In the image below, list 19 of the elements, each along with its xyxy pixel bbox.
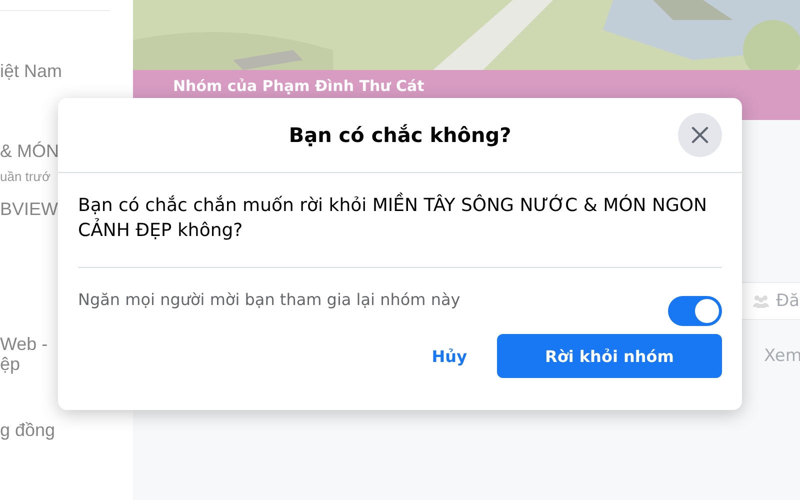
sidebar-text: g đồng [0, 420, 56, 440]
sidebar-text: BVIEW [0, 199, 58, 219]
members-tab[interactable]: Đă [752, 291, 800, 311]
sidebar-text: uần trướ [0, 168, 50, 186]
sidebar-text: Web - [0, 334, 48, 354]
option-label: Ngăn mọi người mời bạn tham gia lại nhóm này [78, 289, 460, 309]
group-owner-text[interactable]: Nhóm của Phạm Đình Thư Cát [173, 77, 424, 95]
people-icon [752, 294, 770, 308]
leave-group-button[interactable]: Rời khỏi nhóm [497, 334, 722, 378]
toggle-switch[interactable] [668, 296, 722, 326]
close-icon [691, 126, 709, 144]
sidebar-text: ệp [0, 354, 20, 374]
see-link[interactable]: Xem [764, 346, 800, 366]
sidebar-text: & MÓN [0, 141, 60, 161]
dialog-message: Bạn có chắc chắn muốn rời khỏi MIỀN TÂY SÔNG NƯỚC & MÓN NGON CẢNH ĐẸP không? [78, 193, 722, 243]
sidebar-text: iệt Nam [0, 61, 62, 81]
cancel-button[interactable]: Hủy [432, 336, 467, 376]
dialog-title: Bạn có chắc không? [288, 123, 512, 147]
close-button[interactable] [678, 113, 722, 157]
